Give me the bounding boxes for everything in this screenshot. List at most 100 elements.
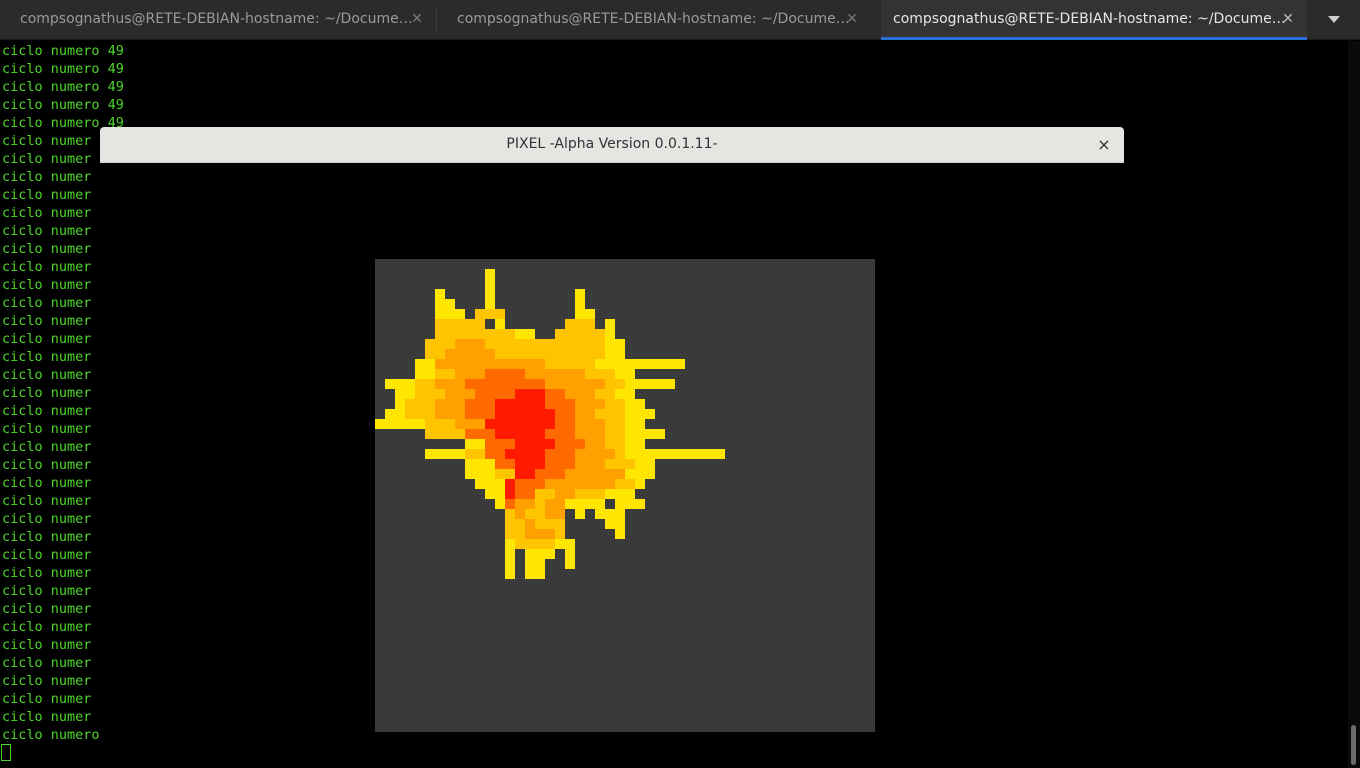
terminal-line: ciclo numer	[2, 475, 92, 491]
tab-close-icon[interactable]: ✕	[1279, 10, 1297, 28]
pixel-block	[555, 519, 565, 529]
pixel-block	[575, 449, 615, 459]
pixel-block	[575, 419, 605, 429]
window-body	[100, 163, 1124, 768]
pixel-block	[495, 349, 535, 359]
terminal-line: ciclo numer	[2, 637, 92, 653]
pixel-block	[625, 409, 655, 419]
pixel-block	[425, 449, 465, 459]
pixel-block	[585, 369, 615, 379]
pixel-canvas[interactable]	[375, 259, 875, 732]
window-close-icon[interactable]: ×	[1094, 135, 1114, 155]
window-title: PIXEL -Alpha Version 0.0.1.11-	[506, 136, 718, 152]
pixel-block	[605, 419, 625, 429]
pixel-block	[485, 339, 545, 349]
pixel-block	[565, 549, 575, 559]
pixel-block	[555, 419, 575, 429]
pixel-block	[555, 409, 575, 419]
tab-close-icon[interactable]: ✕	[843, 10, 861, 28]
pixel-block	[535, 489, 555, 499]
pixel-block	[575, 299, 585, 309]
pixel-block	[575, 409, 595, 419]
scrollbar-thumb[interactable]	[1351, 725, 1356, 765]
pixel-block	[515, 509, 525, 519]
pixel-block	[565, 389, 595, 399]
pixel-block	[575, 429, 605, 439]
tab-bar: compsognathus@RETE-DEBIAN-hostname: ~/Do…	[0, 0, 1360, 40]
terminal-line: ciclo numer	[2, 151, 92, 167]
pixel-block	[585, 499, 605, 509]
terminal-line: ciclo numer	[2, 259, 92, 275]
tab-menu-button[interactable]	[1308, 0, 1360, 40]
pixel-block	[515, 479, 545, 489]
pixel-block	[605, 379, 625, 389]
pixel-block	[495, 409, 555, 419]
pixel-block	[435, 409, 465, 419]
pixel-block	[625, 419, 645, 429]
pixel-block	[565, 319, 595, 329]
terminal-line: ciclo numer	[2, 583, 92, 599]
tab-3-active[interactable]: compsognathus@RETE-DEBIAN-hostname: ~/Do…	[881, 0, 1307, 40]
pixel-block	[555, 529, 565, 539]
pixel-block	[605, 439, 625, 449]
terminal-cursor	[1, 744, 11, 761]
pixel-block	[525, 519, 535, 529]
pixel-block	[525, 509, 545, 519]
tab-2[interactable]: compsognathus@RETE-DEBIAN-hostname: ~/Do…	[437, 0, 873, 40]
terminal-line: ciclo numer	[2, 709, 92, 725]
pixel-block	[535, 469, 565, 479]
pixel-block	[545, 509, 565, 519]
pixel-block	[595, 389, 615, 399]
pixel-block	[515, 489, 535, 499]
pixel-block	[445, 349, 495, 359]
terminal-line: ciclo numer	[2, 277, 92, 293]
pixel-block	[605, 349, 625, 359]
pixel-block	[495, 499, 505, 509]
terminal-scrollbar[interactable]	[1348, 41, 1360, 768]
pixel-block	[615, 509, 625, 519]
pixel-block	[545, 359, 595, 369]
pixel-block	[605, 399, 625, 409]
terminal-line: ciclo numer	[2, 691, 92, 707]
pixel-block	[455, 369, 485, 379]
pixel-block	[495, 399, 545, 409]
pixel-block	[535, 349, 605, 359]
pixel-block	[605, 489, 635, 499]
pixel-block	[605, 509, 615, 519]
pixel-block	[605, 459, 635, 469]
pixel-block	[545, 379, 575, 389]
terminal-line: ciclo numero 49	[2, 61, 124, 77]
terminal-line: ciclo numer	[2, 349, 92, 365]
pixel-block	[575, 379, 605, 389]
pixel-block	[425, 349, 445, 359]
pixel-block	[495, 459, 515, 469]
pixel-block	[445, 389, 475, 399]
pixel-block	[615, 369, 635, 379]
pixel-block	[535, 499, 545, 509]
terminal-line: ciclo numer	[2, 601, 92, 617]
pixel-block	[515, 469, 535, 479]
pixel-block	[485, 419, 555, 429]
pixel-block	[525, 529, 555, 539]
pixel-block	[545, 449, 575, 459]
terminal-line: ciclo numer	[2, 457, 92, 473]
pixel-block	[395, 389, 415, 399]
terminal-line: ciclo numer	[2, 223, 92, 239]
pixel-block	[615, 529, 625, 539]
pixel-block	[425, 419, 455, 429]
pixel-block	[435, 289, 445, 299]
tab-close-icon[interactable]: ✕	[408, 10, 426, 28]
pixel-block	[565, 559, 575, 569]
pixel-block	[545, 339, 605, 349]
terminal-line: ciclo numer	[2, 385, 92, 401]
pixel-block	[555, 439, 585, 449]
pixel-block	[595, 409, 625, 419]
pixel-block	[485, 449, 505, 459]
pixel-block	[425, 429, 465, 439]
pixel-block	[545, 399, 575, 409]
pixel-block	[455, 419, 485, 429]
window-titlebar[interactable]: PIXEL -Alpha Version 0.0.1.11- ×	[100, 127, 1124, 163]
pixel-block	[465, 449, 485, 459]
pixel-block	[455, 339, 485, 349]
tab-1[interactable]: compsognathus@RETE-DEBIAN-hostname: ~/Do…	[0, 0, 436, 40]
